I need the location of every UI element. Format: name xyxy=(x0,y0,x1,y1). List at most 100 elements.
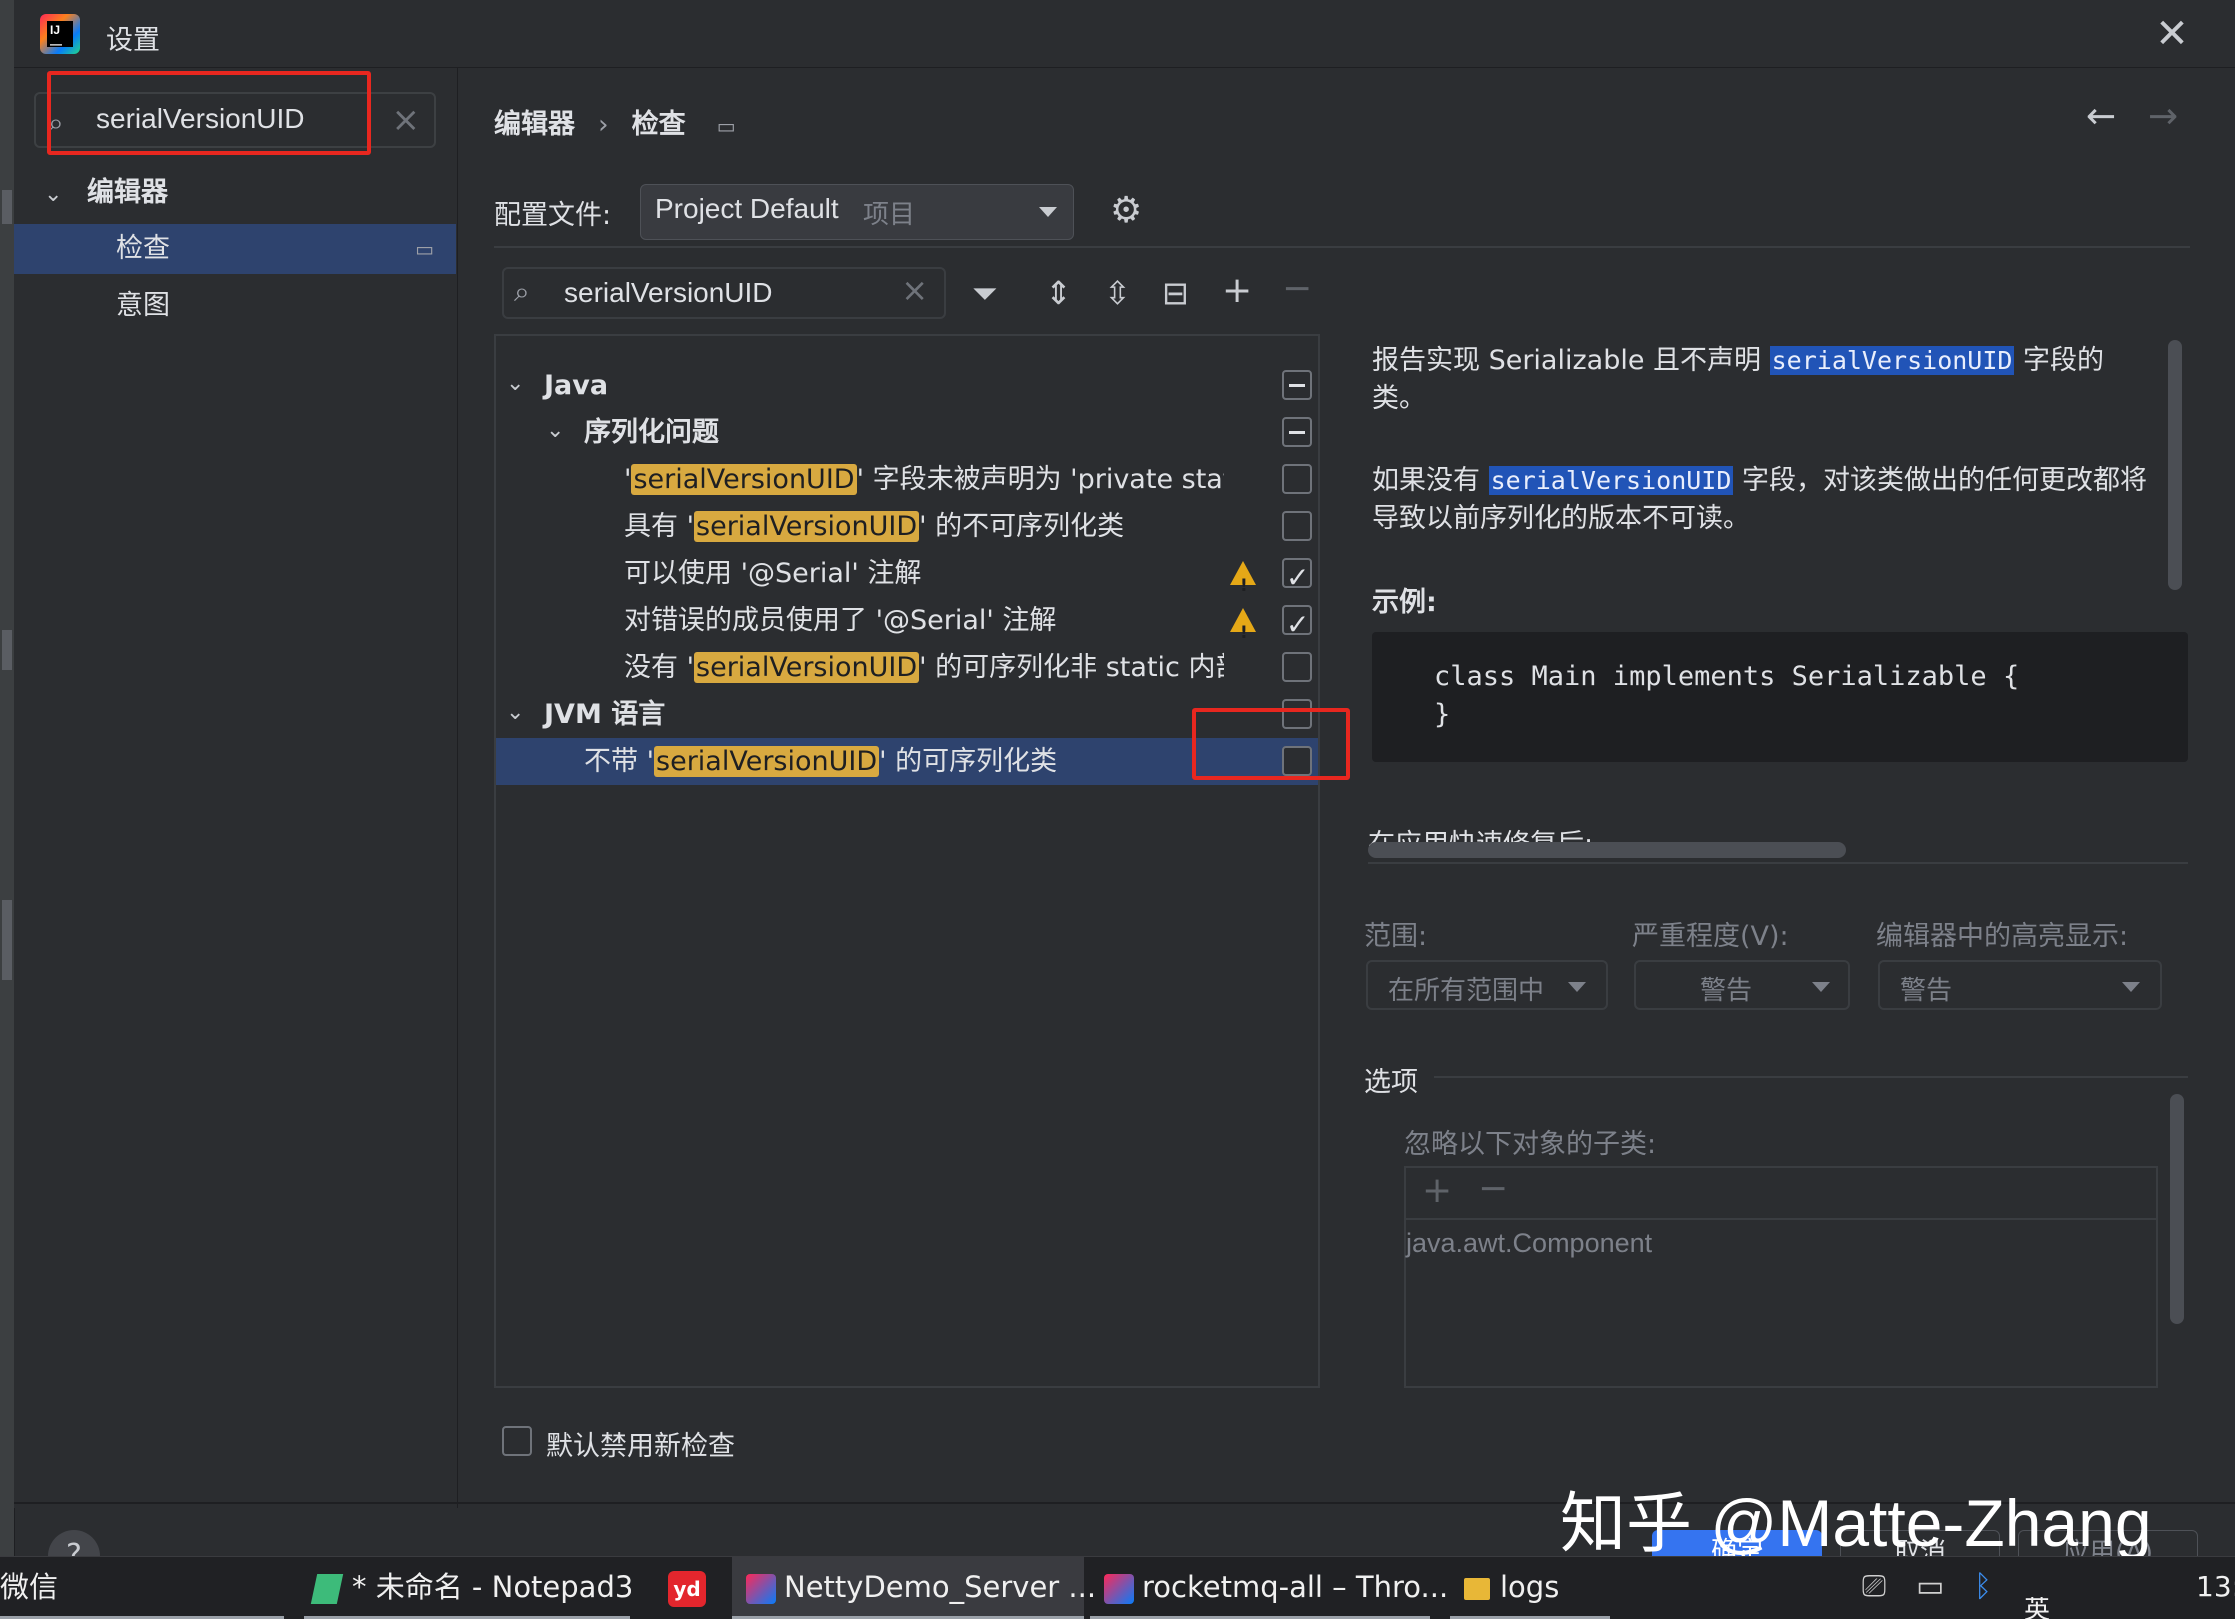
taskbar: 微信 * 未命名 - Notepad3 yd NettyDemo_Server … xyxy=(0,1556,2235,1619)
collapse-all-icon[interactable]: ⇳ xyxy=(1104,274,1131,312)
inspection-item[interactable]: 'serialVersionUID' 字段未被声明为 'private stat… xyxy=(496,456,1318,503)
add-icon[interactable]: + xyxy=(1222,270,1252,311)
sidebar-item-inspections[interactable]: 检查 ▭ xyxy=(14,224,456,274)
reset-icon[interactable]: ⊟ xyxy=(1162,274,1189,312)
edge-mark xyxy=(2,900,12,980)
intellij-icon xyxy=(1104,1574,1134,1604)
code-line: } xyxy=(1434,699,1451,730)
taskbar-item-rocketmq[interactable]: rocketmq-all – Thro... xyxy=(1090,1557,1448,1619)
warning-icon: ! xyxy=(1230,561,1256,596)
chevron-down-icon xyxy=(2122,982,2140,992)
example-label: 示例: xyxy=(1372,587,1437,618)
subgroup-checkbox[interactable] xyxy=(1282,417,1312,447)
chevron-down-icon xyxy=(1812,982,1830,992)
taskbar-item-nettydemo[interactable]: NettyDemo_Server ... xyxy=(732,1557,1096,1619)
ignore-subclasses-label: 忽略以下对象的子类: xyxy=(1404,1129,1657,1160)
chevron-down-icon: ⌄ xyxy=(546,418,565,443)
inspection-filter-input[interactable]: ⌕ serialVersionUID × xyxy=(502,267,946,319)
breadcrumb-current: 检查 xyxy=(631,109,686,140)
inspection-label: 具有 'serialVersionUID' 的不可序列化类 xyxy=(624,511,1125,542)
highlight-label: 编辑器中的高亮显示: xyxy=(1876,921,2129,952)
expand-all-icon[interactable]: ⇕ xyxy=(1045,274,1072,312)
clear-filter-icon[interactable]: × xyxy=(901,271,928,309)
profile-dropdown[interactable]: Project Default 项目 xyxy=(640,184,1074,240)
subgroup-label: 序列化问题 xyxy=(584,417,719,448)
inspection-checkbox[interactable] xyxy=(1282,464,1312,494)
inspection-item[interactable]: 没有 'serialVersionUID' 的可序列化非 static 内部 xyxy=(496,644,1318,691)
annotation-red-box xyxy=(47,71,371,155)
input-language-indicator[interactable]: 英 xyxy=(2024,1597,2050,1619)
disable-new-label: 默认禁用新检查 xyxy=(546,1431,735,1462)
intellij-icon xyxy=(746,1574,776,1604)
bluetooth-icon[interactable]: ᛒ xyxy=(1974,1557,1992,1619)
divider xyxy=(1368,862,2188,864)
inspection-checkbox[interactable] xyxy=(1282,554,1312,597)
taskbar-item-youdao[interactable]: yd xyxy=(668,1557,732,1619)
breadcrumb-parent[interactable]: 编辑器 xyxy=(494,109,575,140)
inspection-label: 不带 'serialVersionUID' 的可序列化类 xyxy=(584,746,1058,777)
back-arrow-icon[interactable]: ← xyxy=(2086,96,2116,137)
horizontal-scrollbar[interactable] xyxy=(1368,842,1846,858)
search-icon: ⌕ xyxy=(514,275,530,308)
options-scrollbar[interactable] xyxy=(2170,1094,2184,1324)
warning-icon: ! xyxy=(1230,608,1256,643)
inspection-item[interactable]: 可以使用 '@Serial' 注解 ! xyxy=(496,550,1318,597)
severity-label: 严重程度(V): xyxy=(1632,921,1789,952)
tree-group-editor[interactable]: ⌄ 编辑器 xyxy=(44,168,444,218)
scope-value: 在所有范围中 xyxy=(1388,976,1545,1006)
clock[interactable]: 13: xyxy=(2196,1557,2235,1619)
divider xyxy=(1434,1076,2188,1078)
description-paragraph-1: 报告实现 Serializable 且不声明 serialVersionUID … xyxy=(1372,345,2105,414)
remove-icon[interactable]: − xyxy=(1478,1168,1508,1209)
description-scrollbar[interactable] xyxy=(2168,340,2182,590)
list-item[interactable]: java.awt.Component xyxy=(1406,1228,1652,1259)
taskbar-item-notepad3[interactable]: * 未命名 - Notepad3 xyxy=(304,1557,633,1619)
chevron-down-icon: ⌄ xyxy=(506,371,525,396)
group-checkbox[interactable] xyxy=(1282,370,1312,400)
remove-icon[interactable]: − xyxy=(1282,268,1312,309)
code-line: class Main implements Serializable { xyxy=(1434,661,2020,692)
add-icon[interactable]: + xyxy=(1422,1170,1452,1211)
inspection-item[interactable]: 对错误的成员使用了 '@Serial' 注解 ! xyxy=(496,597,1318,644)
inspection-label: 'serialVersionUID' 字段未被声明为 'private stat… xyxy=(624,464,1224,495)
inspection-checkbox[interactable] xyxy=(1282,601,1312,644)
scope-dropdown[interactable]: 在所有范围中 xyxy=(1366,960,1608,1010)
profile-value: Project Default xyxy=(655,193,839,224)
chevron-down-icon xyxy=(1568,982,1586,992)
clear-search-icon[interactable]: × xyxy=(392,100,421,140)
youdao-icon: yd xyxy=(668,1571,706,1607)
chevron-down-icon xyxy=(1039,207,1057,217)
sidebar-item-label: 意图 xyxy=(116,290,170,321)
group-label: Java xyxy=(544,370,609,401)
tree-group-label: 编辑器 xyxy=(87,177,169,208)
edge-mark xyxy=(2,190,12,224)
list-toolbar: + − xyxy=(1406,1168,2156,1220)
disable-new-checkbox[interactable] xyxy=(502,1426,532,1456)
tree-subgroup-serialization[interactable]: ⌄ 序列化问题 xyxy=(496,409,1318,456)
taskbar-item-wechat[interactable]: 微信 xyxy=(0,1557,284,1619)
gear-icon[interactable]: ⚙ xyxy=(1110,190,1142,231)
inspection-checkbox[interactable] xyxy=(1282,511,1312,541)
severity-dropdown[interactable]: 警告 xyxy=(1634,960,1850,1010)
inspection-label: 没有 'serialVersionUID' 的可序列化非 static 内部 xyxy=(624,652,1224,683)
profile-label: 配置文件: xyxy=(494,200,612,231)
divider xyxy=(494,246,2190,248)
sidebar-item-label: 检查 xyxy=(116,233,170,264)
filter-icon[interactable]: ⏷ xyxy=(972,274,998,313)
highlight-dropdown[interactable]: 警告 xyxy=(1878,960,2162,1010)
forward-arrow-icon[interactable]: → xyxy=(2148,96,2178,137)
inspection-item[interactable]: 具有 'serialVersionUID' 的不可序列化类 xyxy=(496,503,1318,550)
sidebar-item-intentions[interactable]: 意图 xyxy=(14,281,456,331)
profile-suffix: 项目 xyxy=(863,200,916,230)
folder-icon xyxy=(1464,1578,1490,1600)
options-label: 选项 xyxy=(1364,1067,1418,1098)
network-icon[interactable]: ⎚ xyxy=(1862,1557,1886,1619)
ignore-list-panel: + − java.awt.Component xyxy=(1404,1166,2158,1388)
breadcrumb-separator: › xyxy=(598,110,609,140)
inspection-checkbox[interactable] xyxy=(1282,652,1312,682)
close-icon[interactable]: ✕ xyxy=(2150,12,2194,56)
tree-group-java[interactable]: ⌄ Java xyxy=(496,362,1318,409)
battery-icon[interactable]: ▭ xyxy=(1916,1557,1944,1619)
chevron-down-icon: ⌄ xyxy=(44,182,63,207)
taskbar-item-logs[interactable]: logs xyxy=(1450,1557,1610,1619)
